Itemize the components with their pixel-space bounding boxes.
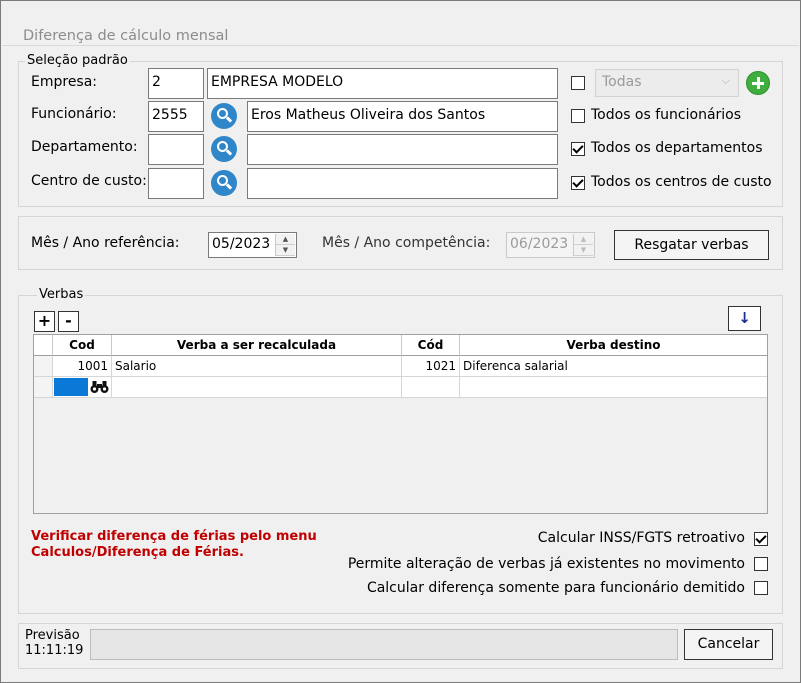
todos-departamentos-label: Todos os departamentos: [591, 140, 763, 156]
departamento-name-input[interactable]: [247, 134, 558, 165]
progress-bar: [90, 629, 678, 660]
funcionario-code-input[interactable]: 2555: [148, 101, 204, 132]
funcionario-search-icon[interactable]: [211, 103, 237, 129]
centro-label: Centro de custo:: [31, 173, 147, 189]
cell-verba-destino[interactable]: Diferenca salarial: [460, 356, 767, 377]
demitido-checkbox[interactable]: [754, 581, 768, 595]
remove-row-button[interactable]: -: [58, 311, 79, 332]
new-row-cod-destino-cell[interactable]: [402, 377, 460, 398]
window-title: Diferença de cálculo mensal: [23, 28, 229, 44]
comp-month-spinner: 06/2023 ▲ ▼: [506, 232, 595, 258]
row-header-corner: [34, 335, 53, 356]
inss-checkbox[interactable]: [754, 532, 768, 546]
binoculars-icon[interactable]: [90, 380, 109, 394]
add-row-button[interactable]: +: [34, 311, 55, 332]
row-indicator: [34, 356, 53, 377]
todos-centros-label: Todos os centros de custo: [591, 174, 772, 190]
todos-funcionarios-label: Todos os funcionários: [591, 107, 742, 123]
resgatar-verbas-button[interactable]: Resgatar verbas: [614, 230, 769, 260]
previsao-label: Previsão: [25, 628, 80, 643]
cell-cod[interactable]: 1001: [53, 356, 112, 377]
title-bar: Diferença de cálculo mensal: [2, 2, 799, 46]
cell-verba[interactable]: Salario: [112, 356, 402, 377]
departamento-label: Departamento:: [31, 139, 138, 155]
new-row-cod-cell[interactable]: [53, 377, 112, 398]
departamento-code-input[interactable]: [148, 134, 204, 165]
empresa-name-input[interactable]: EMPRESA MODELO: [207, 68, 558, 99]
todas-checkbox[interactable]: [571, 76, 585, 90]
cell-cod-destino[interactable]: 1021: [402, 356, 460, 377]
todos-departamentos-checkbox[interactable]: [571, 142, 585, 156]
empresa-label: Empresa:: [31, 74, 98, 90]
centro-search-icon[interactable]: [211, 170, 237, 196]
verbas-grid[interactable]: Cod Verba a ser recalculada Cód Verba de…: [33, 334, 768, 514]
selected-cell-highlight: [54, 378, 88, 396]
col-header-cod-destino[interactable]: Cód: [402, 335, 460, 356]
todos-centros-checkbox[interactable]: [571, 176, 585, 190]
ref-label: Mês / Ano referência:: [31, 235, 180, 251]
col-header-verba-destino[interactable]: Verba destino: [460, 335, 767, 356]
chevron-down-icon: ⌵: [721, 74, 730, 87]
empresa-code-input[interactable]: 2: [148, 68, 204, 99]
cancel-button[interactable]: Cancelar: [684, 629, 773, 660]
centro-name-input[interactable]: [247, 168, 558, 199]
ferias-warning-line1: Verificar diferença de férias pelo menu: [31, 529, 317, 544]
verbas-legend: Verbas: [37, 287, 86, 302]
col-header-cod[interactable]: Cod: [53, 335, 112, 356]
funcionario-name-input[interactable]: Eros Matheus Oliveira dos Santos: [247, 101, 558, 132]
todas-combo[interactable]: Todas ⌵: [595, 69, 739, 97]
row-indicator: [34, 377, 53, 398]
todas-combo-value: Todas: [602, 74, 642, 90]
new-row-verba-destino-cell[interactable]: [460, 377, 767, 398]
comp-value: 06/2023: [510, 236, 569, 252]
ref-value: 05/2023: [212, 236, 271, 252]
centro-code-input[interactable]: [148, 168, 204, 199]
demitido-label: Calcular diferença somente para funcioná…: [366, 580, 745, 596]
comp-spin-buttons: ▲ ▼: [573, 234, 593, 256]
departamento-search-icon[interactable]: [211, 136, 237, 162]
ref-month-spinner[interactable]: 05/2023 ▲ ▼: [208, 232, 297, 258]
selecao-padrao-legend: Seleção padrão: [25, 53, 130, 68]
comp-label: Mês / Ano competência:: [322, 235, 491, 251]
funcionario-label: Funcionário:: [31, 106, 117, 122]
ferias-warning: Verificar diferença de férias pelo menu …: [31, 529, 317, 561]
arrow-down-icon[interactable]: ↓: [728, 306, 761, 331]
permite-label: Permite alteração de verbas já existente…: [347, 556, 745, 572]
inss-label: Calcular INSS/FGTS retroativo: [537, 530, 745, 546]
permite-checkbox[interactable]: [754, 557, 768, 571]
add-circle-icon[interactable]: [746, 71, 770, 95]
todos-funcionarios-checkbox[interactable]: [571, 109, 585, 123]
col-header-verba[interactable]: Verba a ser recalculada: [112, 335, 402, 356]
new-row-verba-cell[interactable]: [112, 377, 402, 398]
previsao-time: 11:11:19: [25, 643, 84, 658]
ref-spin-buttons[interactable]: ▲ ▼: [275, 234, 295, 256]
ferias-warning-line2: Calculos/Diferença de Férias.: [31, 545, 244, 560]
dialog-window: Diferença de cálculo mensal Seleção padr…: [0, 0, 801, 683]
